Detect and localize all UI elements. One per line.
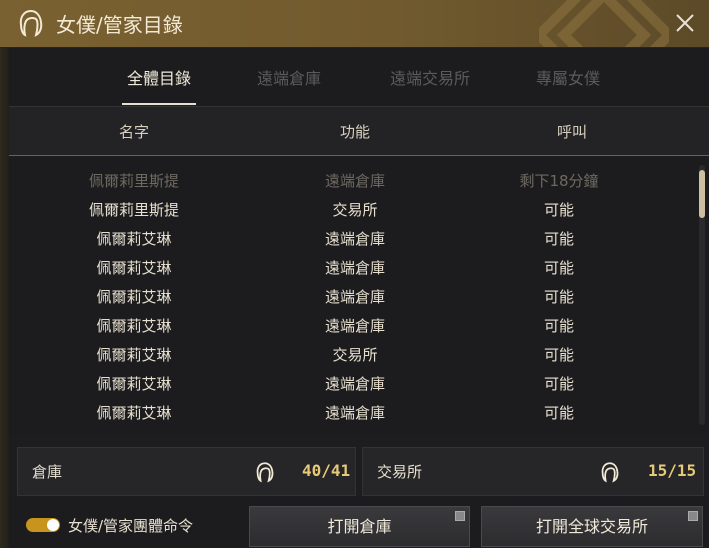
popout-icon [455,511,465,521]
popout-icon [688,511,698,521]
open-global-market-label: 打開全球交易所 [535,517,648,536]
tab-remote-warehouse[interactable]: 遠端倉庫 [229,65,349,89]
maid-call-status: 可能 [543,317,574,335]
tab-bar: 全體目錄 遠端倉庫 遠端交易所 專屬女僕 [9,48,709,107]
list-item[interactable]: 佩爾莉艾琳 遠端倉庫 可能 [9,251,699,280]
maid-call-status: 可能 [543,375,574,393]
tab-remote-market[interactable]: 遠端交易所 [370,65,490,89]
title-bar[interactable]: 女僕/管家目錄 [0,0,709,48]
maid-function: 交易所 [332,346,378,364]
list-item[interactable]: 佩爾莉里斯提 交易所 可能 [9,193,699,222]
open-warehouse-button[interactable]: 打開倉庫 [249,506,470,547]
maid-name: 佩爾莉里斯提 [88,201,179,219]
list-item[interactable]: 佩爾莉艾琳 遠端倉庫 可能 [9,367,699,396]
maid-butler-window: 女僕/管家目錄 全體目錄 遠端倉庫 遠端交易所 專屬女僕 名字 功能 呼叫 佩爾… [0,0,709,548]
tab-exclusive-maid[interactable]: 專屬女僕 [508,65,628,89]
maid-call-status: 可能 [543,288,574,306]
list-item[interactable]: 佩爾莉艾琳 遠端倉庫 可能 [9,396,699,425]
maid-name: 佩爾莉艾琳 [96,375,172,393]
maid-name: 佩爾莉艾琳 [96,317,172,335]
maid-function: 遠端倉庫 [324,288,385,306]
open-warehouse-label: 打開倉庫 [327,517,392,536]
maid-hair-icon [19,9,43,37]
maid-list: 佩爾莉里斯提 遠端倉庫 剩下18分鐘 佩爾莉里斯提 交易所 可能 佩爾莉艾琳 遠… [9,156,709,434]
maid-function: 遠端倉庫 [324,230,385,248]
market-capacity: 交易所 15/15 [362,447,704,496]
maid-name: 佩爾莉艾琳 [96,288,172,306]
maid-name: 佩爾莉里斯提 [88,172,179,190]
active-tab-indicator [122,103,196,105]
column-header-function[interactable]: 功能 [295,121,415,142]
maid-function: 遠端倉庫 [324,317,385,335]
maid-name: 佩爾莉艾琳 [96,259,172,277]
maid-function: 遠端倉庫 [324,259,385,277]
group-command-toggle[interactable] [26,518,60,532]
column-header-call[interactable]: 呼叫 [512,121,632,142]
maid-function: 交易所 [332,201,378,219]
list-item[interactable]: 佩爾莉艾琳 交易所 可能 [9,338,699,367]
maid-call-status: 可能 [543,346,574,364]
scrollbar-thumb[interactable] [699,170,705,218]
list-item[interactable]: 佩爾莉艾琳 遠端倉庫 可能 [9,309,699,338]
maid-hair-icon [256,462,274,483]
window-left-edge [0,48,9,548]
warehouse-label: 倉庫 [32,463,63,481]
maid-call-status: 可能 [543,201,574,219]
maid-name: 佩爾莉艾琳 [96,404,172,422]
maid-name: 佩爾莉艾琳 [96,346,172,364]
title-decoration [539,0,669,47]
warehouse-capacity: 倉庫 40/41 [17,447,356,496]
close-icon[interactable] [671,9,699,37]
maid-call-status: 可能 [543,404,574,422]
tab-all-directory[interactable]: 全體目錄 [99,65,219,89]
group-command-label: 女僕/管家團體命令 [68,517,194,535]
list-item[interactable]: 佩爾莉艾琳 遠端倉庫 可能 [9,280,699,309]
column-headers: 名字 功能 呼叫 [9,107,709,156]
open-global-market-button[interactable]: 打開全球交易所 [481,506,703,547]
maid-hair-icon [601,462,619,483]
market-count: 15/15 [648,461,697,480]
maid-function: 遠端倉庫 [324,375,385,393]
market-label: 交易所 [377,463,423,481]
list-item[interactable]: 佩爾莉艾琳 遠端倉庫 可能 [9,222,699,251]
warehouse-count: 40/41 [302,461,351,480]
maid-call-status: 可能 [543,230,574,248]
maid-call-status: 剩下18分鐘 [519,172,599,190]
toggle-knob [47,519,59,531]
window-title: 女僕/管家目錄 [56,13,183,37]
maid-name: 佩爾莉艾琳 [96,230,172,248]
maid-function: 遠端倉庫 [324,404,385,422]
maid-function: 遠端倉庫 [324,172,385,190]
list-item[interactable]: 佩爾莉里斯提 遠端倉庫 剩下18分鐘 [9,164,699,193]
maid-call-status: 可能 [543,259,574,277]
column-header-name[interactable]: 名字 [74,121,194,142]
